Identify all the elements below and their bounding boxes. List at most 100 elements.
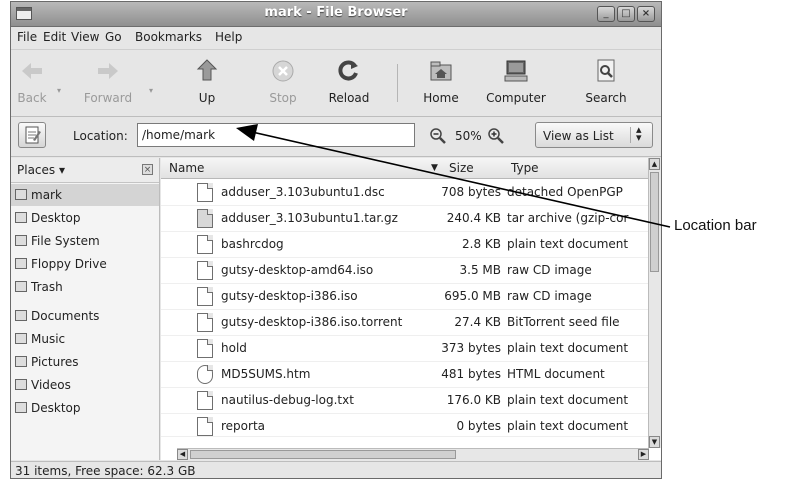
- file-row[interactable]: hold 373 bytes plain text document: [161, 336, 649, 362]
- column-type-header[interactable]: Type: [511, 161, 539, 175]
- file-name: gutsy-desktop-i386.iso: [221, 289, 358, 303]
- cd-image-icon: [197, 287, 213, 306]
- sidebar-item-documents[interactable]: Documents: [11, 305, 159, 327]
- status-text: 31 items, Free space: 62.3 GB: [15, 464, 196, 478]
- sidebar-item-label: mark: [31, 188, 62, 202]
- menu-bookmarks[interactable]: Bookmarks: [135, 30, 202, 44]
- file-row[interactable]: adduser_3.103ubuntu1.tar.gz 240.4 KB tar a…: [161, 206, 649, 232]
- location-edit-toggle-button[interactable]: [18, 122, 46, 148]
- file-row[interactable]: bashrcdog 2.8 KB plain text document: [161, 232, 649, 258]
- sidebar-item-videos[interactable]: Videos: [11, 374, 159, 396]
- forward-button[interactable]: Forward: [75, 52, 141, 112]
- file-name: hold: [221, 341, 247, 355]
- file-size: 27.4 KB: [454, 315, 501, 329]
- back-label: Back: [17, 91, 47, 105]
- archive-icon: [197, 209, 213, 228]
- sidebar-item-trash[interactable]: Trash: [11, 276, 159, 298]
- file-type: plain text document: [507, 237, 629, 251]
- back-history-dropdown[interactable]: ▾: [57, 86, 61, 95]
- folder-icon: [15, 379, 27, 390]
- menu-view[interactable]: View: [71, 30, 99, 44]
- view-select-divider: [630, 127, 631, 143]
- computer-button[interactable]: Computer: [481, 52, 551, 112]
- column-name-header[interactable]: Name: [169, 161, 204, 175]
- minimize-button[interactable]: _: [597, 6, 615, 22]
- column-size-header[interactable]: Size: [449, 161, 474, 175]
- text-document-icon: [197, 339, 213, 358]
- places-dropdown[interactable]: Places ▾: [17, 163, 65, 177]
- menu-go[interactable]: Go: [105, 30, 122, 44]
- file-row[interactable]: gutsy-desktop-amd64.iso 3.5 MB raw CD imag…: [161, 258, 649, 284]
- status-bar: 31 items, Free space: 62.3 GB: [11, 461, 661, 480]
- horizontal-scrollbar[interactable]: ◀ ▶: [177, 448, 649, 461]
- menu-file[interactable]: File: [17, 30, 37, 44]
- file-row[interactable]: MD5SUMS.htm 481 bytes HTML document: [161, 362, 649, 388]
- reload-button[interactable]: Reload: [323, 52, 375, 112]
- computer-icon: [504, 60, 528, 82]
- vertical-scroll-thumb[interactable]: [650, 172, 659, 272]
- forward-history-dropdown[interactable]: ▾: [149, 86, 153, 95]
- html-document-icon: [197, 365, 213, 384]
- sidebar-item-floppy-drive[interactable]: Floppy Drive: [11, 253, 159, 275]
- maximize-button[interactable]: □: [617, 6, 635, 22]
- zoom-in-icon[interactable]: [487, 127, 505, 145]
- forward-label: Forward: [83, 91, 133, 105]
- sidebar-item-desktop-folder[interactable]: Desktop: [11, 397, 159, 419]
- horizontal-scroll-thumb[interactable]: [190, 450, 456, 459]
- up-label: Up: [198, 91, 216, 105]
- sidebar-item-mark[interactable]: mark: [11, 184, 159, 206]
- file-row[interactable]: nautilus-debug-log.txt 176.0 KB plain text…: [161, 388, 649, 414]
- file-row[interactable]: adduser_3.103ubuntu1.dsc 708 bytes detache…: [161, 180, 649, 206]
- file-type: plain text document: [507, 419, 629, 433]
- file-row[interactable]: gutsy-desktop-i386.iso.torrent 27.4 KB Bit…: [161, 310, 649, 336]
- file-name: nautilus-debug-log.txt: [221, 393, 354, 407]
- sort-descending-icon[interactable]: ▼: [431, 163, 438, 173]
- column-headers: Name ▼ Size Type: [161, 158, 661, 179]
- scroll-down-icon[interactable]: ▼: [649, 436, 660, 448]
- menu-help[interactable]: Help: [215, 30, 242, 44]
- document-icon: [197, 183, 213, 202]
- sidebar-item-desktop[interactable]: Desktop: [11, 207, 159, 229]
- sidebar-item-file-system[interactable]: File System: [11, 230, 159, 252]
- file-type: HTML document: [507, 367, 605, 381]
- home-label: Home: [423, 91, 459, 105]
- sidebar-item-label: Floppy Drive: [31, 257, 107, 271]
- cd-image-icon: [197, 261, 213, 280]
- sidebar-item-music[interactable]: Music: [11, 328, 159, 350]
- file-name: reporta: [221, 419, 266, 433]
- stop-label: Stop: [269, 91, 297, 105]
- vertical-scrollbar[interactable]: ▲ ▼: [648, 158, 661, 448]
- file-browser-window: mark - File Browser _ □ × File Edit View…: [10, 1, 662, 479]
- back-button[interactable]: Back: [13, 52, 51, 112]
- file-size: 176.0 KB: [446, 393, 501, 407]
- view-mode-select[interactable]: View as List ▴ ▾: [535, 122, 653, 148]
- trash-icon: [15, 281, 27, 292]
- stop-button[interactable]: Stop: [259, 52, 307, 112]
- search-icon: [597, 59, 615, 82]
- folder-icon: [15, 356, 27, 367]
- close-sidebar-icon[interactable]: ×: [142, 164, 153, 175]
- file-name: gutsy-desktop-amd64.iso: [221, 263, 374, 277]
- text-document-icon: [197, 235, 213, 254]
- file-size: 373 bytes: [441, 341, 501, 355]
- file-size: 481 bytes: [441, 367, 501, 381]
- title-bar[interactable]: mark - File Browser _ □ ×: [11, 2, 661, 27]
- desktop-icon: [15, 212, 27, 223]
- file-row[interactable]: reporta 0 bytes plain text document: [161, 414, 649, 437]
- scroll-left-icon[interactable]: ◀: [177, 449, 188, 460]
- file-type: raw CD image: [507, 263, 592, 277]
- home-button[interactable]: Home: [417, 52, 465, 112]
- up-button[interactable]: Up: [183, 52, 231, 112]
- menu-edit[interactable]: Edit: [43, 30, 66, 44]
- scroll-right-icon[interactable]: ▶: [638, 449, 649, 460]
- scroll-up-icon[interactable]: ▲: [649, 158, 660, 170]
- close-button[interactable]: ×: [637, 6, 655, 22]
- file-type: tar archive (gzip-cor: [507, 211, 629, 225]
- file-row[interactable]: gutsy-desktop-i386.iso 695.0 MB raw CD ima…: [161, 284, 649, 310]
- location-input[interactable]: /home/mark: [137, 123, 415, 147]
- search-button[interactable]: Search: [579, 52, 633, 112]
- folder-icon: [15, 402, 27, 413]
- zoom-out-icon[interactable]: [429, 127, 447, 145]
- sidebar-item-pictures[interactable]: Pictures: [11, 351, 159, 373]
- file-type: BitTorrent seed file: [507, 315, 620, 329]
